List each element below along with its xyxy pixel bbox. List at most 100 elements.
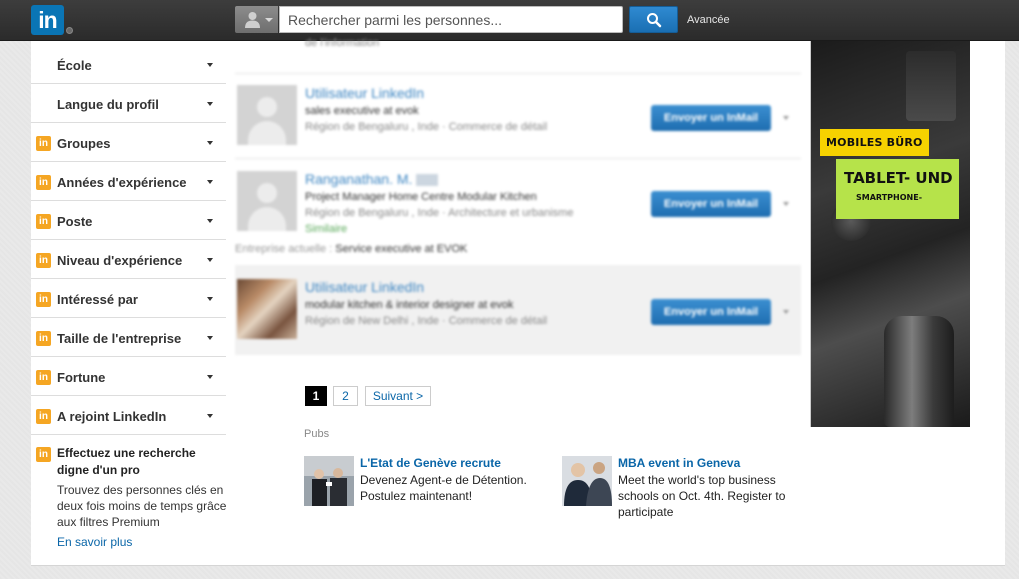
facet-interesse-par[interactable]: in Intéressé par [31,279,226,318]
chevron-down-icon [207,219,213,223]
search-button[interactable] [629,6,678,33]
send-inmail-button[interactable]: Envoyer un InMail [651,299,771,325]
learn-more-link[interactable]: En savoir plus [57,535,132,549]
premium-in-icon: in [36,175,51,190]
result-item[interactable]: Utilisateur LinkedIn sales executive at … [235,83,801,145]
current-company-value: Service executive at EVOK [335,243,468,255]
chevron-down-icon [207,102,213,106]
facet-label: École [57,58,92,73]
chevron-down-icon [207,141,213,145]
result-meta: Région de New Delhi , Inde · Commerce de… [305,315,548,327]
result-headline: sales executive at evok [305,105,419,117]
premium-in-icon: in [36,370,51,385]
facet-label: Niveau d'expérience [57,253,183,268]
chevron-down-icon [207,258,213,262]
result-name[interactable]: Ranganathan. M. [305,171,439,187]
chevron-down-icon [265,18,273,22]
result-item[interactable]: Utilisateur LinkedIn modular kitchen & i… [235,265,801,355]
current-company: Entreprise actuelle : Service executive … [235,243,467,255]
premium-in-icon: in [36,214,51,229]
result-name[interactable]: Utilisateur LinkedIn [305,85,424,101]
premium-text: Trouvez des personnes clés en deux fois … [57,483,227,529]
facet-label: Années d'expérience [57,175,187,190]
ad-thumbnail-image [562,456,612,506]
search-type-dropdown[interactable] [235,6,278,33]
result-meta: Région de Bengaluru , Inde · Architectur… [305,207,574,219]
ad-body: Devenez Agent-e de Détention. Postulez m… [360,473,527,503]
premium-in-icon: in [36,409,51,424]
premium-in-icon: in [36,253,51,268]
banner-advertisement[interactable]: MOBILES BÜRO TABLET- UND SMARTPHONE- [810,41,970,427]
banner-tag-subline: SMARTPHONE- [856,193,923,202]
registered-mark-icon [66,27,73,34]
search-results-list: de l'information Utilisateur LinkedIn sa… [235,37,801,361]
page-1-button[interactable]: 1 [305,386,327,406]
facet-groupes[interactable]: in Groupes [31,123,226,162]
send-inmail-button[interactable]: Envoyer un InMail [651,105,771,131]
current-company-label: Entreprise actuelle : [235,243,333,255]
similar-link[interactable]: Similaire [305,223,347,235]
linkedin-logo[interactable]: in [31,5,64,35]
chevron-down-icon[interactable] [783,116,789,120]
result-snippet: de l'information [305,37,380,49]
ad-title[interactable]: L'Etat de Genève recrute [360,456,501,470]
banner-cup-image [884,316,954,427]
ad-item[interactable]: L'Etat de Genève recrute Devenez Agent-e… [304,456,544,526]
banner-tag-secondary: TABLET- UND SMARTPHONE- [836,159,959,219]
result-name[interactable]: Utilisateur LinkedIn [305,279,424,295]
ad-body: Meet the world's top business schools on… [618,473,786,519]
person-icon [245,12,260,28]
chevron-down-icon [207,336,213,340]
premium-in-icon: in [36,331,51,346]
chevron-down-icon [207,63,213,67]
facet-label: Groupes [57,136,111,151]
facet-ecole[interactable]: École [31,45,226,84]
advanced-search-link[interactable]: Avancée [687,14,730,26]
profile-placeholder-avatar [237,171,297,231]
main-panel: École Langue du profil in Groupes in Ann… [31,37,1005,566]
ad-item[interactable]: MBA event in Geneva Meet the world's top… [562,456,802,526]
facet-label: Langue du profil [57,97,159,112]
facet-langue-du-profil[interactable]: Langue du profil [31,84,226,123]
facet-annees-experience[interactable]: in Années d'expérience [31,162,226,201]
facet-a-rejoint-linkedin[interactable]: in A rejoint LinkedIn [31,396,226,435]
top-navigation-bar: in Avancée [0,0,1019,41]
premium-in-icon: in [36,136,51,151]
chevron-down-icon [207,414,213,418]
search-icon [647,13,662,28]
premium-in-icon: in [36,292,51,307]
chevron-down-icon[interactable] [783,202,789,206]
chevron-down-icon [207,180,213,184]
facet-label: Fortune [57,370,106,385]
send-inmail-button[interactable]: Envoyer un InMail [651,191,771,217]
ad-thumbnail-image [304,456,354,506]
chevron-down-icon [207,297,213,301]
result-headline: Project Manager Home Centre Modular Kitc… [305,191,537,203]
facet-fortune[interactable]: in Fortune [31,357,226,396]
page-2-button[interactable]: 2 [333,386,358,406]
banner-tag-primary: MOBILES BÜRO [820,129,929,156]
premium-title: Effectuez une recherche digne d'un pro [57,446,196,477]
banner-decoration [906,51,956,121]
result-meta: Région de Bengaluru , Inde · Commerce de… [305,121,548,133]
banner-tag-headline: TABLET- UND [844,169,953,187]
search-input[interactable] [279,6,623,33]
connection-degree-badge [416,174,439,187]
facet-label: Poste [57,214,93,229]
premium-in-icon: in [36,447,51,462]
next-page-button[interactable]: Suivant > [365,386,431,406]
divider [235,73,801,74]
chevron-down-icon[interactable] [783,310,789,314]
facet-label: A rejoint LinkedIn [57,409,167,424]
result-name-text: Ranganathan. M. [305,171,413,187]
facet-poste[interactable]: in Poste [31,201,226,240]
facet-niveau-experience[interactable]: in Niveau d'expérience [31,240,226,279]
search-facets-sidebar: École Langue du profil in Groupes in Ann… [31,45,226,435]
ad-title[interactable]: MBA event in Geneva [618,456,740,470]
profile-placeholder-avatar [237,85,297,145]
result-item[interactable]: Ranganathan. M. Project Manager Home Cen… [235,169,801,259]
facet-taille-entreprise[interactable]: in Taille de l'entreprise [31,318,226,357]
profile-photo [237,279,297,339]
chevron-down-icon [207,375,213,379]
facet-label: Taille de l'entreprise [57,331,182,346]
